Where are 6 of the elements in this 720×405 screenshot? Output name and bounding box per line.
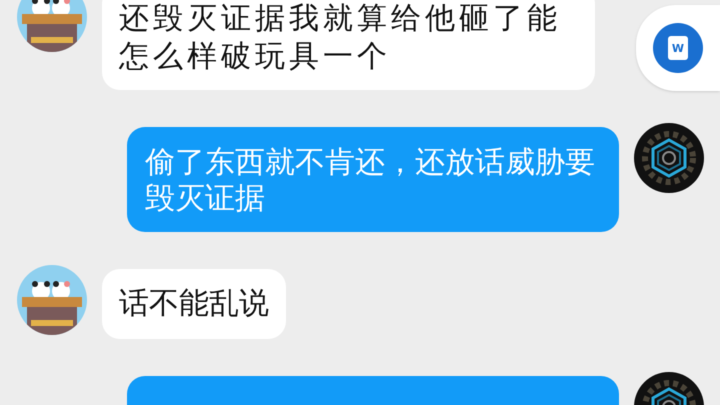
app-icon-label: W — [672, 42, 684, 54]
floating-app-button[interactable]: W — [636, 5, 720, 91]
message-bubble: 话不能乱说 — [102, 269, 286, 339]
message-bubble: 还毁灭证据我就算给他砸了能怎么样破玩具一个 — [102, 0, 595, 90]
avatar-drawing — [17, 0, 87, 52]
message-bubble: 偷了东西就不肯还，还放话威胁要毁灭证据 — [127, 127, 619, 232]
